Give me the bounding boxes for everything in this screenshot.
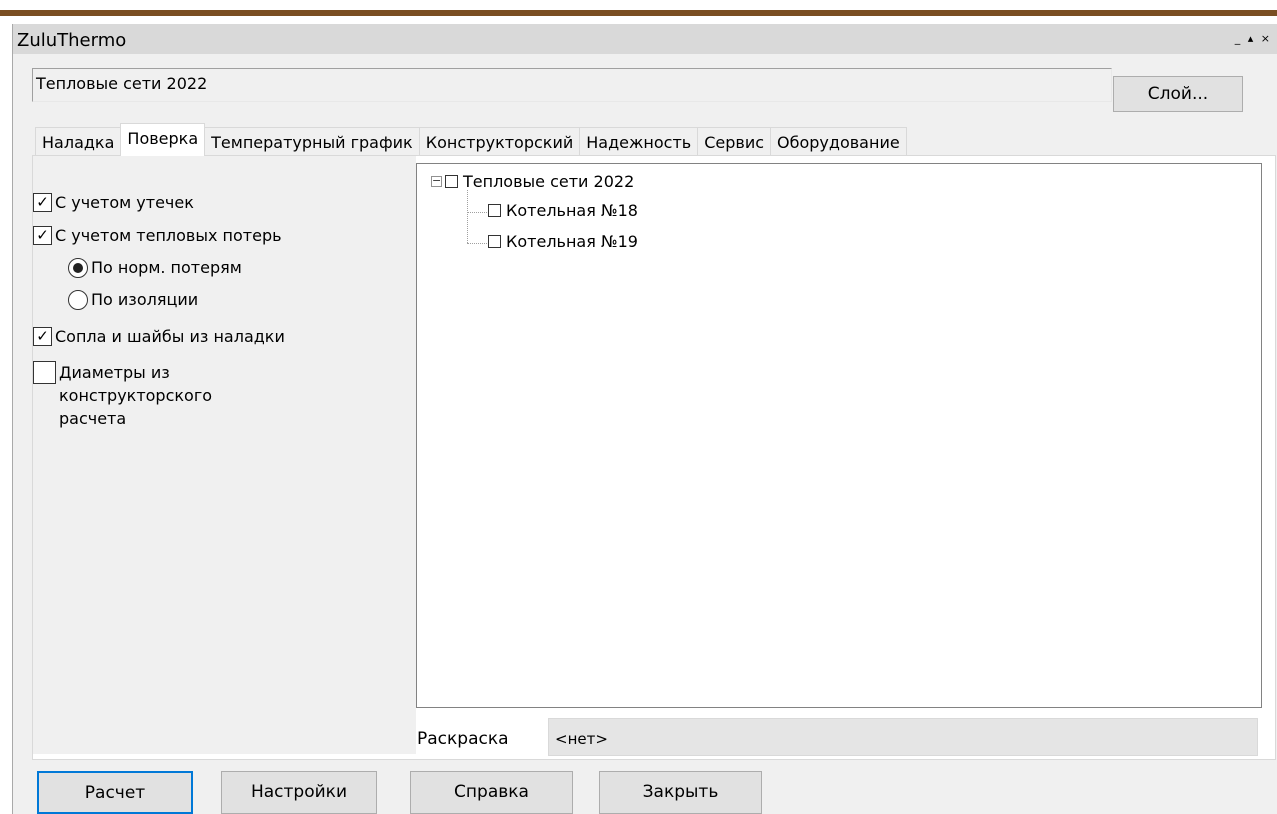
collapse-icon[interactable]: − bbox=[431, 175, 442, 187]
radio-norm-label: По норм. потерям bbox=[91, 258, 242, 277]
radio-insulation-row[interactable]: По изоляции bbox=[68, 290, 198, 310]
tab-equipment[interactable]: Оборудование bbox=[770, 127, 907, 156]
nozzles-checkbox[interactable]: ✓ bbox=[33, 327, 52, 346]
help-button[interactable]: Справка bbox=[410, 771, 573, 814]
document-header-strip bbox=[0, 0, 1277, 16]
zulu-thermo-window: ZuluThermo _ ▴ × Тепловые сети 2022 Слой… bbox=[12, 24, 1277, 814]
tree-connector bbox=[467, 190, 468, 243]
tree-root-node[interactable]: − Тепловые сети 2022 bbox=[431, 172, 634, 191]
diameters-checkbox-row[interactable]: Диаметры из конструкторского расчета bbox=[33, 361, 212, 430]
close-button[interactable]: Закрыть bbox=[599, 771, 762, 814]
heat-loss-label: С учетом тепловых потерь bbox=[55, 226, 282, 245]
tab-strip: Наладка Поверка Температурный график Кон… bbox=[35, 123, 907, 156]
nozzles-label: Сопла и шайбы из наладки bbox=[55, 327, 285, 346]
leaks-checkbox[interactable]: ✓ bbox=[33, 193, 52, 212]
header-rule bbox=[0, 10, 1277, 16]
tree-root-checkbox[interactable] bbox=[445, 175, 458, 188]
tab-temperature-schedule[interactable]: Температурный график bbox=[204, 127, 420, 156]
tab-poverka[interactable]: Поверка bbox=[120, 123, 206, 156]
heat-loss-checkbox-row[interactable]: ✓ С учетом тепловых потерь bbox=[33, 226, 282, 245]
tree-connector bbox=[467, 243, 487, 244]
coloring-value: <нет> bbox=[555, 730, 608, 748]
diameters-checkbox[interactable] bbox=[33, 361, 56, 384]
tab-design[interactable]: Конструкторский bbox=[418, 127, 581, 156]
diameters-label-line-3: расчета bbox=[59, 409, 127, 428]
tab-naladka[interactable]: Наладка bbox=[35, 127, 122, 156]
tree-child-label: Котельная №18 bbox=[506, 201, 638, 220]
diameters-label-line-1: Диаметры из bbox=[59, 363, 170, 382]
tree-child-node[interactable]: Котельная №19 bbox=[488, 232, 638, 251]
coloring-label: Раскраска bbox=[417, 729, 509, 749]
settings-button[interactable]: Настройки bbox=[221, 771, 377, 814]
layer-name-value: Тепловые сети 2022 bbox=[36, 74, 208, 93]
nozzles-checkbox-row[interactable]: ✓ Сопла и шайбы из наладки bbox=[33, 327, 285, 346]
restore-icon[interactable]: ▴ bbox=[1248, 32, 1256, 45]
tree-connector bbox=[467, 212, 487, 213]
diameters-label-line-2: конструкторского bbox=[59, 386, 213, 405]
leaks-label: С учетом утечек bbox=[55, 193, 194, 212]
window-controls: _ ▴ × bbox=[1235, 32, 1272, 45]
diameters-label: Диаметры из конструкторского расчета bbox=[59, 361, 212, 430]
tree-child-label: Котельная №19 bbox=[506, 232, 638, 251]
close-icon[interactable]: × bbox=[1261, 32, 1272, 45]
coloring-select[interactable]: <нет> bbox=[548, 718, 1258, 756]
window-title: ZuluThermo bbox=[17, 30, 127, 51]
layer-button[interactable]: Слой... bbox=[1113, 76, 1243, 112]
radio-norm[interactable] bbox=[68, 258, 88, 278]
options-pane: ✓ С учетом утечек ✓ С учетом тепловых по… bbox=[33, 156, 416, 754]
tree-child-checkbox[interactable] bbox=[488, 235, 501, 248]
network-tree[interactable]: − Тепловые сети 2022 Котельная №18 Котел… bbox=[416, 163, 1262, 708]
radio-insulation[interactable] bbox=[68, 290, 88, 310]
heat-loss-checkbox[interactable]: ✓ bbox=[33, 226, 52, 245]
calculate-button[interactable]: Расчет bbox=[37, 771, 193, 814]
radio-norm-row[interactable]: По норм. потерям bbox=[68, 258, 242, 278]
tab-service[interactable]: Сервис bbox=[697, 127, 772, 156]
window-titlebar: ZuluThermo _ ▴ × bbox=[13, 24, 1277, 54]
tree-child-checkbox[interactable] bbox=[488, 204, 501, 217]
leaks-checkbox-row[interactable]: ✓ С учетом утечек bbox=[33, 193, 194, 212]
tab-reliability[interactable]: Надежность bbox=[579, 127, 699, 156]
tree-root-label: Тепловые сети 2022 bbox=[463, 172, 635, 191]
layer-name-field[interactable]: Тепловые сети 2022 bbox=[32, 68, 1112, 102]
tab-panel-poverka: ✓ С учетом утечек ✓ С учетом тепловых по… bbox=[32, 155, 1276, 760]
minimize-icon[interactable]: _ bbox=[1235, 32, 1243, 45]
radio-insulation-label: По изоляции bbox=[91, 290, 199, 309]
tree-child-node[interactable]: Котельная №18 bbox=[488, 201, 638, 220]
